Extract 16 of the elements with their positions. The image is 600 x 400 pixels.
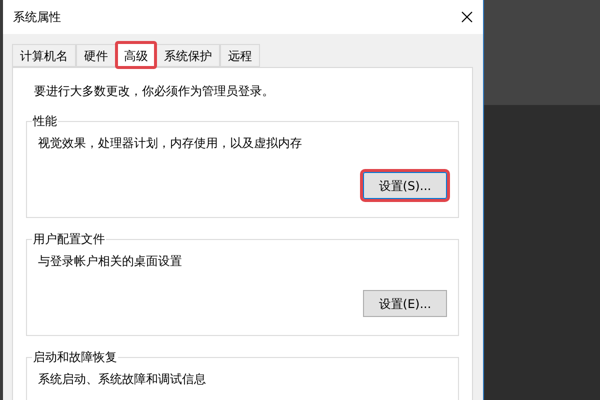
- tab[interactable]: 高级: [116, 42, 156, 68]
- window-title: 系统属性: [13, 9, 61, 26]
- group-description: 视觉效果，处理器计划，内存使用，以及虚拟内存: [38, 135, 303, 152]
- group-title: 性能: [32, 113, 58, 130]
- close-icon[interactable]: [461, 11, 473, 23]
- tab[interactable]: 硬件: [76, 44, 116, 67]
- notice-text: 要进行大多数更改，你必须作为管理员登录。: [33, 83, 275, 100]
- tab[interactable]: 系统保护: [156, 44, 220, 67]
- group-title: 启动和故障恢复: [32, 349, 118, 366]
- group-title: 用户配置文件: [32, 231, 106, 248]
- group-description: 系统启动、系统故障和调试信息: [38, 371, 207, 388]
- group-description: 与登录帐户相关的桌面设置: [38, 253, 183, 270]
- settings-button[interactable]: 设置(S)...: [363, 172, 447, 199]
- tab[interactable]: 计算机名: [12, 44, 76, 67]
- settings-button[interactable]: 设置(E)...: [363, 290, 447, 317]
- tab[interactable]: 远程: [220, 44, 260, 67]
